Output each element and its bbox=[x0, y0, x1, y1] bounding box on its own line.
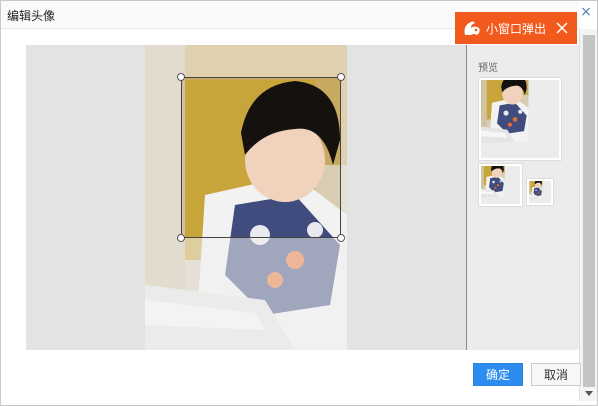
scroll-down-icon[interactable] bbox=[585, 391, 593, 396]
preview-large bbox=[479, 78, 561, 160]
uc-popout-banner[interactable]: 小窗口弹出 bbox=[455, 12, 577, 44]
preview-medium bbox=[479, 164, 522, 206]
edit-avatar-dialog: 编辑头像 × 预览 确定 取消 bbox=[0, 0, 598, 406]
crop-handle-bottom-right[interactable] bbox=[337, 234, 345, 242]
confirm-button[interactable]: 确定 bbox=[473, 363, 523, 386]
vertical-scrollbar[interactable] bbox=[579, 29, 597, 401]
close-icon[interactable] bbox=[555, 21, 569, 35]
dialog-title: 编辑头像 bbox=[7, 9, 56, 23]
crop-handle-bottom-left[interactable] bbox=[177, 234, 185, 242]
popout-label: 小窗口弹出 bbox=[486, 22, 547, 36]
crop-selection-box[interactable] bbox=[181, 77, 341, 238]
uc-squirrel-icon bbox=[464, 21, 480, 35]
close-icon[interactable]: × bbox=[579, 5, 593, 19]
scrollbar-thumb[interactable] bbox=[583, 35, 595, 387]
preview-label: 预览 bbox=[478, 63, 498, 74]
cancel-button[interactable]: 取消 bbox=[531, 363, 581, 386]
crop-handle-top-left[interactable] bbox=[177, 73, 185, 81]
preview-small bbox=[527, 179, 553, 205]
crop-handle-top-right[interactable] bbox=[337, 73, 345, 81]
